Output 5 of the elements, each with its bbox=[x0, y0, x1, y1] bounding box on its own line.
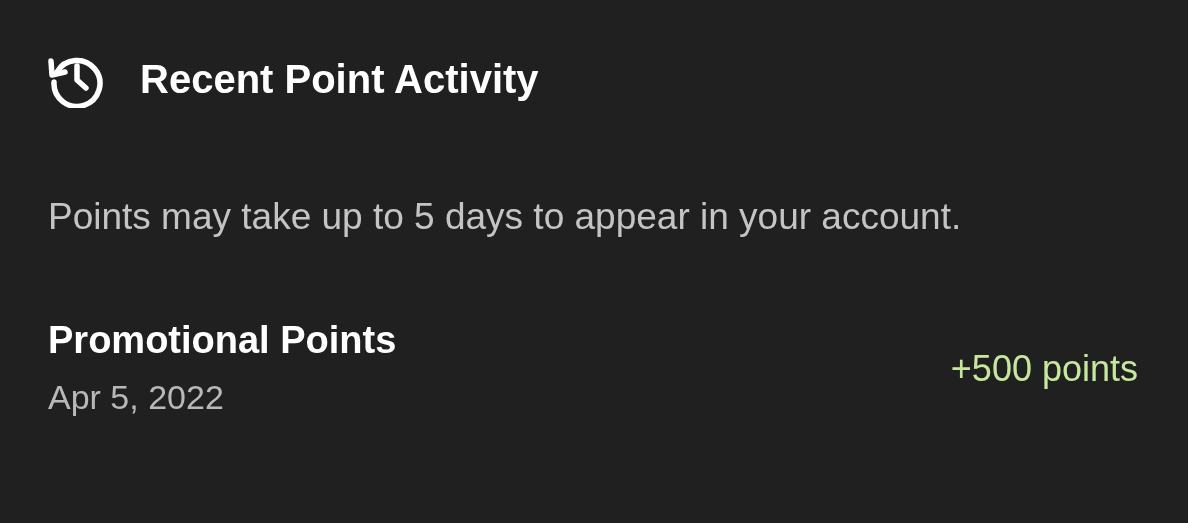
points-amount: +500 points bbox=[950, 348, 1138, 390]
info-text: Points may take up to 5 days to appear in your account. bbox=[48, 195, 963, 239]
activity-title: Promotional Points bbox=[48, 318, 397, 363]
section-title: Recent Point Activity bbox=[140, 56, 539, 102]
activity-date: Apr 5, 2022 bbox=[48, 377, 225, 417]
